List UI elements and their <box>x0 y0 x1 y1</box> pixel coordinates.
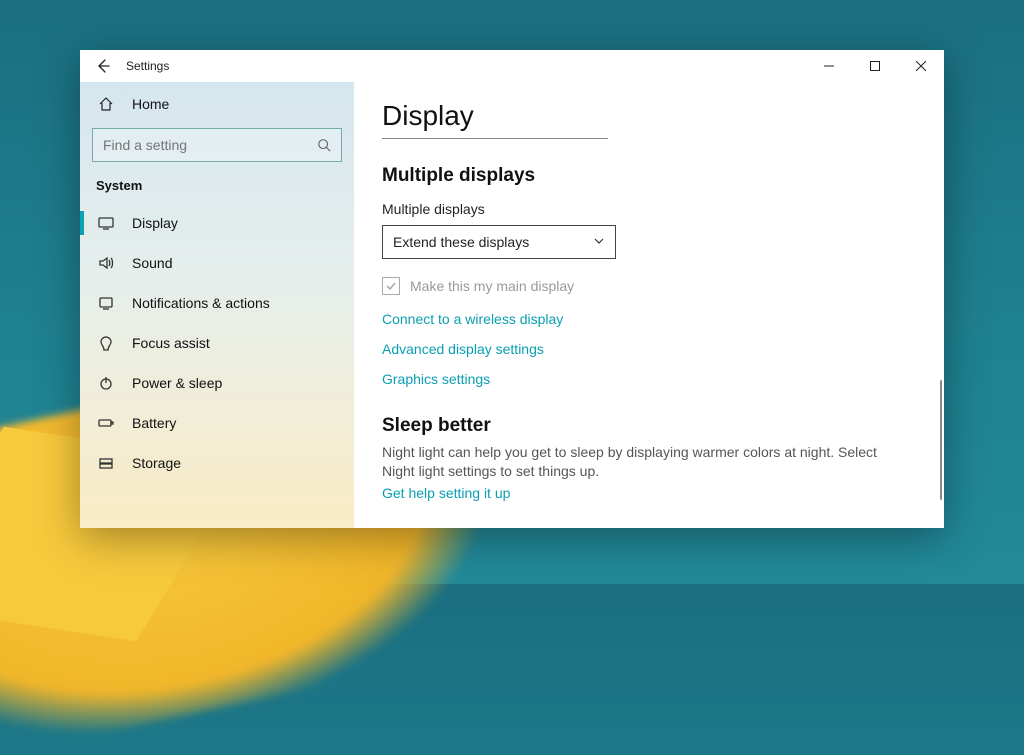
select-value: Extend these displays <box>393 234 529 250</box>
sidebar-item-focus-assist[interactable]: Focus assist <box>80 323 354 363</box>
search-input[interactable] <box>92 128 342 162</box>
section-multiple-displays: Multiple displays <box>382 165 916 187</box>
search-icon <box>317 138 331 152</box>
sidebar-item-power-sleep[interactable]: Power & sleep <box>80 363 354 403</box>
multiple-displays-label: Multiple displays <box>382 201 916 217</box>
search-field[interactable] <box>103 137 317 153</box>
checkbox-icon <box>382 277 400 295</box>
display-icon <box>98 215 120 231</box>
category-label: System <box>80 174 354 203</box>
minimize-button[interactable] <box>806 50 852 82</box>
link-graphics-settings[interactable]: Graphics settings <box>382 371 916 387</box>
home-button[interactable]: Home <box>80 86 354 122</box>
maximize-button[interactable] <box>852 50 898 82</box>
sidebar-item-label: Notifications & actions <box>132 295 270 311</box>
sidebar-item-sound[interactable]: Sound <box>80 243 354 283</box>
main-panel: Display Multiple displays Multiple displ… <box>354 82 944 528</box>
page-title: Display <box>382 100 608 139</box>
close-icon <box>916 61 926 71</box>
sidebar-item-storage[interactable]: Storage <box>80 443 354 483</box>
window-title: Settings <box>126 59 169 73</box>
multiple-displays-select[interactable]: Extend these displays <box>382 225 616 259</box>
chevron-down-icon <box>593 234 605 250</box>
home-icon <box>98 96 120 112</box>
sidebar-item-label: Display <box>132 215 178 231</box>
sleep-better-body: Night light can help you get to sleep by… <box>382 443 902 481</box>
sidebar-item-display[interactable]: Display <box>80 203 354 243</box>
focus-assist-icon <box>98 335 120 351</box>
storage-icon <box>98 455 120 471</box>
section-sleep-better: Sleep better <box>382 415 916 437</box>
notifications-icon <box>98 295 120 311</box>
link-sleep-better-help[interactable]: Get help setting it up <box>382 485 916 501</box>
power-icon <box>98 375 120 391</box>
titlebar: Settings <box>80 50 944 82</box>
maximize-icon <box>870 61 880 71</box>
sound-icon <box>98 255 120 271</box>
settings-window: Settings Home <box>80 50 944 528</box>
battery-icon <box>98 415 120 431</box>
sidebar-item-label: Sound <box>132 255 172 271</box>
link-connect-wireless[interactable]: Connect to a wireless display <box>382 311 916 327</box>
sidebar-item-label: Power & sleep <box>132 375 222 391</box>
sidebar-item-label: Focus assist <box>132 335 210 351</box>
sidebar: Home System Display Sound Notifications … <box>80 82 354 528</box>
checkbox-label: Make this my main display <box>410 278 574 294</box>
home-label: Home <box>132 96 169 112</box>
back-arrow-icon <box>95 58 111 74</box>
main-display-checkbox: Make this my main display <box>382 277 916 295</box>
sidebar-item-label: Battery <box>132 415 176 431</box>
link-advanced-display[interactable]: Advanced display settings <box>382 341 916 357</box>
close-button[interactable] <box>898 50 944 82</box>
sidebar-item-label: Storage <box>132 455 181 471</box>
scrollbar[interactable] <box>940 380 942 500</box>
minimize-icon <box>824 61 834 71</box>
sidebar-item-notifications[interactable]: Notifications & actions <box>80 283 354 323</box>
sidebar-item-battery[interactable]: Battery <box>80 403 354 443</box>
back-button[interactable] <box>80 58 126 74</box>
